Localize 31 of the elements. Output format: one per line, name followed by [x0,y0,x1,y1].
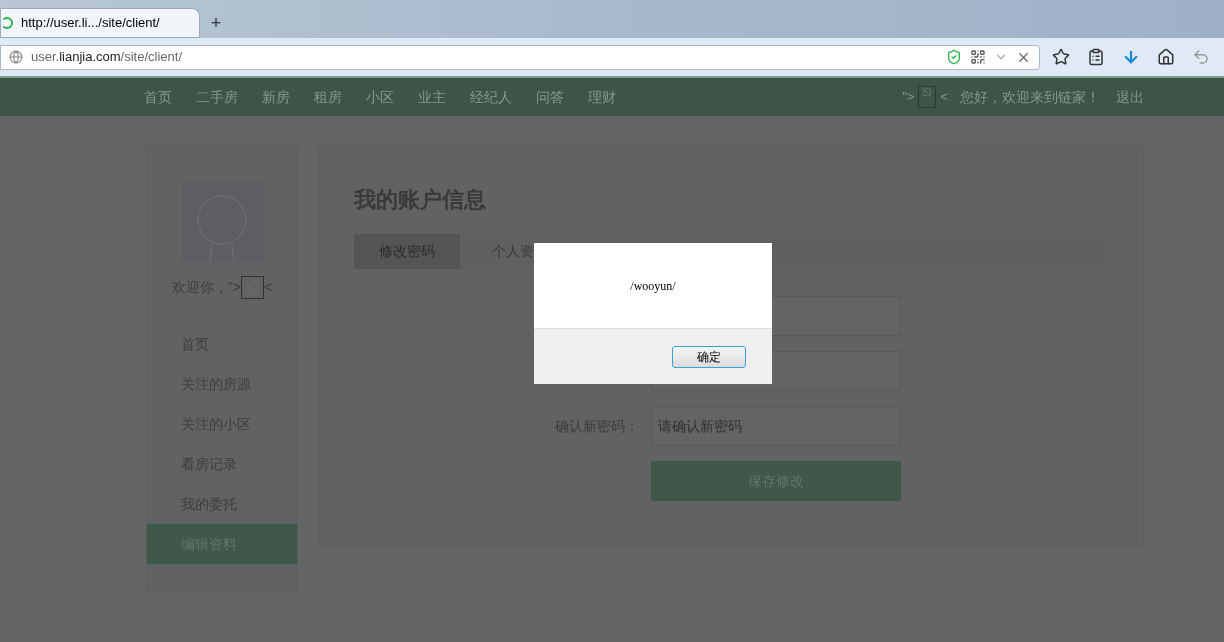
logout-link[interactable]: 退出 [1116,86,1144,108]
broken-markup-text: < [940,88,948,107]
url-text: user.lianjia.com/site/client/ [31,48,183,67]
tab-title: http://user.li.../site/client/ [21,14,160,33]
broken-image-icon [241,276,264,299]
nav-link[interactable]: 业主 [418,86,446,108]
nav-link[interactable]: 问答 [536,86,564,108]
greeting-text: 您好，欢迎来到链家！ [960,87,1100,107]
broken-markup-text: "> [902,88,915,107]
nav-link[interactable]: 二手房 [196,86,238,108]
list-icon[interactable] [1087,48,1105,66]
nav-link[interactable]: 租房 [314,86,342,108]
welcome-text: < [264,278,273,297]
ok-button[interactable]: 确定 [672,345,746,368]
nav-link[interactable]: 理财 [588,86,616,108]
shield-icon[interactable] [946,49,962,65]
nav-link[interactable]: 小区 [366,86,394,108]
nav-link[interactable]: 新房 [262,86,290,108]
nav-link[interactable]: 经纪人 [470,86,512,108]
star-icon[interactable] [1052,48,1070,66]
download-icon[interactable] [1122,48,1140,66]
browser-tab[interactable]: http://user.li.../site/client/ [0,8,200,38]
nav-link[interactable]: 首页 [144,86,172,108]
broken-image-icon [918,86,937,108]
loading-icon [1,17,13,29]
qr-code-icon[interactable] [970,49,986,65]
alert-message: /wooyun/ [630,277,676,295]
home-icon[interactable] [1157,48,1175,66]
new-tab-button[interactable]: + [204,8,228,38]
globe-icon [9,50,23,64]
address-field[interactable]: user.lianjia.com/site/client/ [0,44,1040,70]
